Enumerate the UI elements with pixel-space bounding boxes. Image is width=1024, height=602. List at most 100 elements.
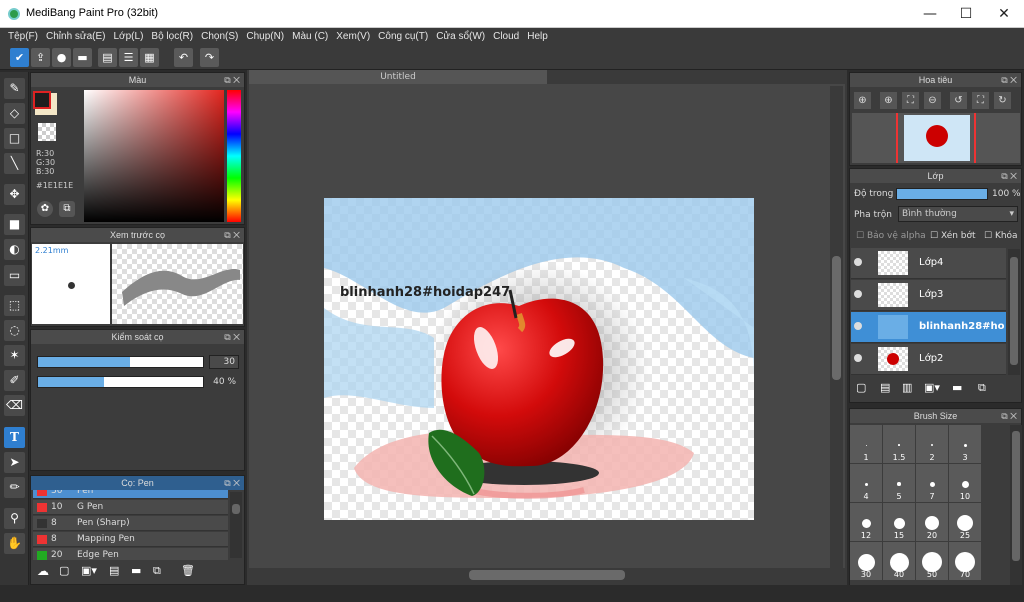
menu-file[interactable]: Tệp(F) [0, 28, 38, 45]
menu-color[interactable]: Màu (C) [284, 28, 328, 45]
menu-edit[interactable]: Chỉnh sửa(E) [38, 28, 106, 45]
navigator-preview[interactable] [852, 113, 1020, 163]
menu-view[interactable]: Xem(V) [328, 28, 370, 45]
select-rect-tool-icon[interactable]: ⬚ [4, 295, 25, 316]
page-icon[interactable]: ▤ [98, 48, 117, 67]
brush-size-option[interactable]: 30 [850, 542, 882, 580]
zoom-fit-icon[interactable]: ⊕ [854, 92, 871, 109]
operation-tool-icon[interactable]: ➤ [4, 452, 25, 473]
minimize-button[interactable]: — [922, 6, 938, 22]
brush-size-option[interactable]: 50 [916, 542, 948, 580]
canvas-vertical-scrollbar[interactable] [830, 86, 843, 570]
line-tool-icon[interactable]: ╲ [4, 153, 25, 174]
brush-size-value[interactable]: 30 [209, 355, 239, 369]
close-button[interactable]: ✕ [996, 6, 1012, 22]
document-canvas[interactable]: blinhanh28#hoidap247 [324, 198, 754, 520]
layer-folder-icon[interactable]: ▬ [952, 381, 962, 394]
upload-icon[interactable]: ⇪ [31, 48, 50, 67]
brush-copy-icon[interactable]: ⧉ [153, 564, 169, 580]
brush-delete-icon[interactable]: 🗑 [181, 564, 197, 580]
clipping-checkbox[interactable]: ☐ [930, 231, 941, 241]
brush-folder-icon[interactable]: ▬ [131, 564, 147, 580]
primary-color-swatch[interactable] [33, 91, 51, 109]
palette-icon[interactable]: ✿ [37, 201, 53, 217]
layer-row[interactable]: Lớp4 [851, 248, 1006, 279]
brush-size-option[interactable]: 2 [916, 425, 948, 463]
menu-cloud[interactable]: Cloud [485, 28, 519, 45]
eraser-tool-icon[interactable]: ◇ [4, 103, 25, 124]
brush-size-option[interactable]: 10 [949, 464, 981, 502]
new-8bit-layer-icon[interactable]: ▥ [902, 381, 912, 394]
brush-new-icon[interactable]: ▢ [59, 564, 75, 580]
zoom-in-icon[interactable]: ⊕ [880, 92, 897, 109]
new-layer-icon[interactable]: ▢ [856, 381, 866, 394]
brush-size-option[interactable]: 25 [949, 503, 981, 541]
transparent-swatch[interactable] [38, 123, 56, 141]
layer-visibility-icon[interactable] [854, 354, 862, 362]
panel-close-icon[interactable]: ⧉ ✕ [224, 330, 240, 344]
select-eraser-icon[interactable]: ⌫ [4, 395, 25, 416]
panel-close-icon[interactable]: ⧉ ✕ [224, 228, 240, 242]
hand-tool-icon[interactable]: ✋ [4, 533, 25, 554]
brush-cloud-icon[interactable]: ☁ [37, 564, 53, 580]
brush-add-icon[interactable]: ▣▾ [81, 564, 101, 580]
brush-opacity-slider[interactable] [37, 376, 204, 388]
brush-list-item[interactable]: 20 Edge Pen [33, 548, 228, 560]
menu-tools[interactable]: Công cụ(T) [370, 28, 428, 45]
lock-checkbox[interactable]: ☐ [984, 231, 995, 241]
move-tool-icon[interactable]: ✥ [4, 184, 25, 205]
brush-settings-icon[interactable]: ▤ [109, 564, 125, 580]
undo-icon[interactable]: ↶ [174, 48, 193, 67]
menu-snap[interactable]: Chụp(N) [238, 28, 284, 45]
divide-tool-icon[interactable]: ✏ [4, 477, 25, 498]
brush-size-option[interactable]: 1 [850, 425, 882, 463]
rectangle-tool-icon[interactable]: □ [4, 128, 25, 149]
brush-size-option[interactable]: 40 [883, 542, 915, 580]
saturation-value-picker[interactable] [84, 90, 224, 222]
fill-rect-tool-icon[interactable]: ■ [4, 214, 25, 235]
brush-list-scrollbar[interactable] [230, 492, 242, 558]
brush-size-option[interactable]: 4 [850, 464, 882, 502]
blend-mode-select[interactable]: Bình thường ▾ [898, 206, 1018, 222]
zoom-out-icon[interactable]: ⊖ [924, 92, 941, 109]
layer-row[interactable]: Lớp2 [851, 344, 1006, 375]
brush-size-option[interactable]: 70 [949, 542, 981, 580]
layer-scrollbar[interactable] [1008, 249, 1020, 375]
layer-opacity-slider[interactable] [896, 188, 988, 200]
color-swap-icon[interactable]: ⧉ [59, 201, 75, 217]
fit-window-icon[interactable]: ⛶ [902, 92, 919, 109]
brush-size-option[interactable]: 5 [883, 464, 915, 502]
brush-size-option[interactable]: 1.5 [883, 425, 915, 463]
layer-add-menu-icon[interactable]: ▣▾ [924, 381, 940, 394]
menu-select[interactable]: Chọn(S) [193, 28, 238, 45]
brush-list-item[interactable]: 10 G Pen [33, 500, 228, 515]
brush-list-item[interactable]: 8 Mapping Pen [33, 532, 228, 547]
layer-visibility-icon[interactable] [854, 322, 862, 330]
eyedropper-icon[interactable]: ⚲ [4, 508, 25, 529]
panel-close-icon[interactable]: ⧉ ✕ [1001, 73, 1017, 87]
layer-visibility-icon[interactable] [854, 258, 862, 266]
menu-layer[interactable]: Lớp(L) [106, 28, 144, 45]
protect-alpha-checkbox[interactable]: ☐ [856, 231, 867, 241]
new-halftone-layer-icon[interactable]: ▤ [880, 381, 890, 394]
grid-icon[interactable]: ▦ [140, 48, 159, 67]
speech-bubble-icon[interactable]: ● [52, 48, 71, 67]
layer-row[interactable]: Lớp3 [851, 280, 1006, 311]
panel-close-icon[interactable]: ⧉ ✕ [224, 476, 240, 490]
gradient-tool-icon[interactable]: ▭ [4, 265, 25, 286]
bucket-tool-icon[interactable]: ◐ [4, 239, 25, 260]
brush-list-item[interactable]: 30 Pen [33, 490, 228, 499]
maximize-button[interactable]: ☐ [958, 6, 974, 22]
cloud-save-icon[interactable]: ✔ [10, 48, 29, 67]
canvas-horizontal-scrollbar[interactable] [249, 568, 845, 582]
brush-size-option[interactable]: 15 [883, 503, 915, 541]
menu-filter[interactable]: Bộ lọc(R) [143, 28, 193, 45]
brush-size-option[interactable]: 3 [949, 425, 981, 463]
brush-tool-icon[interactable]: ✎ [4, 78, 25, 99]
select-pen-icon[interactable]: ✐ [4, 370, 25, 391]
comment-icon[interactable]: ▬ [73, 48, 92, 67]
rotate-right-icon[interactable]: ↻ [994, 92, 1011, 109]
redo-icon[interactable]: ↷ [200, 48, 219, 67]
brush-size-option[interactable]: 12 [850, 503, 882, 541]
text-tool-icon[interactable]: T [4, 427, 25, 448]
